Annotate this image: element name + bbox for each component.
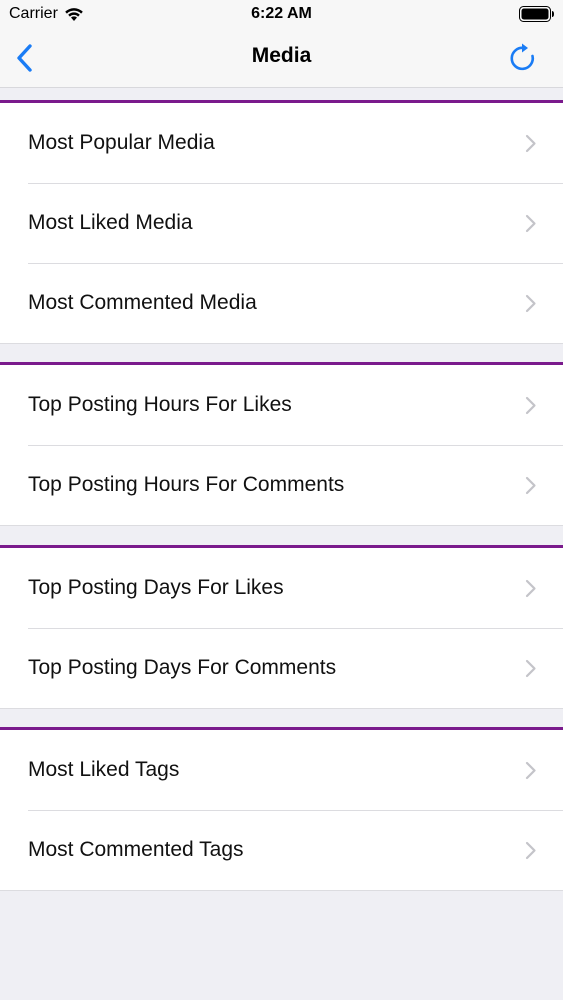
list-item-most-liked-tags[interactable]: Most Liked Tags <box>0 730 563 810</box>
list-item-top-posting-hours-likes[interactable]: Top Posting Hours For Likes <box>0 365 563 445</box>
chevron-right-icon <box>525 659 536 678</box>
chevron-right-icon <box>525 476 536 495</box>
list-item-label: Most Liked Tags <box>28 758 180 781</box>
list-item-label: Top Posting Hours For Comments <box>28 473 345 496</box>
refresh-icon[interactable] <box>509 42 539 74</box>
list-item-label: Top Posting Days For Comments <box>28 656 337 679</box>
section-media-rankings: Most Popular Media Most Liked Media Most… <box>0 100 563 344</box>
status-bar: Carrier 6:22 AM <box>0 0 563 30</box>
list-item-label: Most Popular Media <box>28 131 215 154</box>
list-item-top-posting-days-comments[interactable]: Top Posting Days For Comments <box>0 628 563 708</box>
list-item-top-posting-days-likes[interactable]: Top Posting Days For Likes <box>0 548 563 628</box>
chevron-right-icon <box>525 134 536 153</box>
list-item-top-posting-hours-comments[interactable]: Top Posting Hours For Comments <box>0 445 563 525</box>
section-posting-days: Top Posting Days For Likes Top Posting D… <box>0 545 563 709</box>
list-item-most-commented-media[interactable]: Most Commented Media <box>0 263 563 343</box>
list-item-label: Top Posting Days For Likes <box>28 576 284 599</box>
chevron-right-icon <box>525 761 536 780</box>
list-item-most-liked-media[interactable]: Most Liked Media <box>0 183 563 263</box>
list-item-most-popular-media[interactable]: Most Popular Media <box>0 103 563 183</box>
list-item-most-commented-tags[interactable]: Most Commented Tags <box>0 810 563 890</box>
chevron-right-icon <box>525 294 536 313</box>
list-item-label: Most Commented Tags <box>28 838 244 861</box>
navigation-bar: Media <box>0 30 563 88</box>
chevron-right-icon <box>525 841 536 860</box>
list-item-label: Most Liked Media <box>28 211 193 234</box>
section-tags: Most Liked Tags Most Commented Tags <box>0 727 563 891</box>
chevron-right-icon <box>525 396 536 415</box>
chevron-right-icon <box>525 214 536 233</box>
list-item-label: Most Commented Media <box>28 291 257 314</box>
chevron-right-icon <box>525 579 536 598</box>
status-time: 6:22 AM <box>251 5 312 22</box>
page-title: Media <box>251 44 312 67</box>
section-posting-hours: Top Posting Hours For Likes Top Posting … <box>0 362 563 526</box>
list-item-label: Top Posting Hours For Likes <box>28 393 292 416</box>
battery-icon <box>519 6 554 22</box>
